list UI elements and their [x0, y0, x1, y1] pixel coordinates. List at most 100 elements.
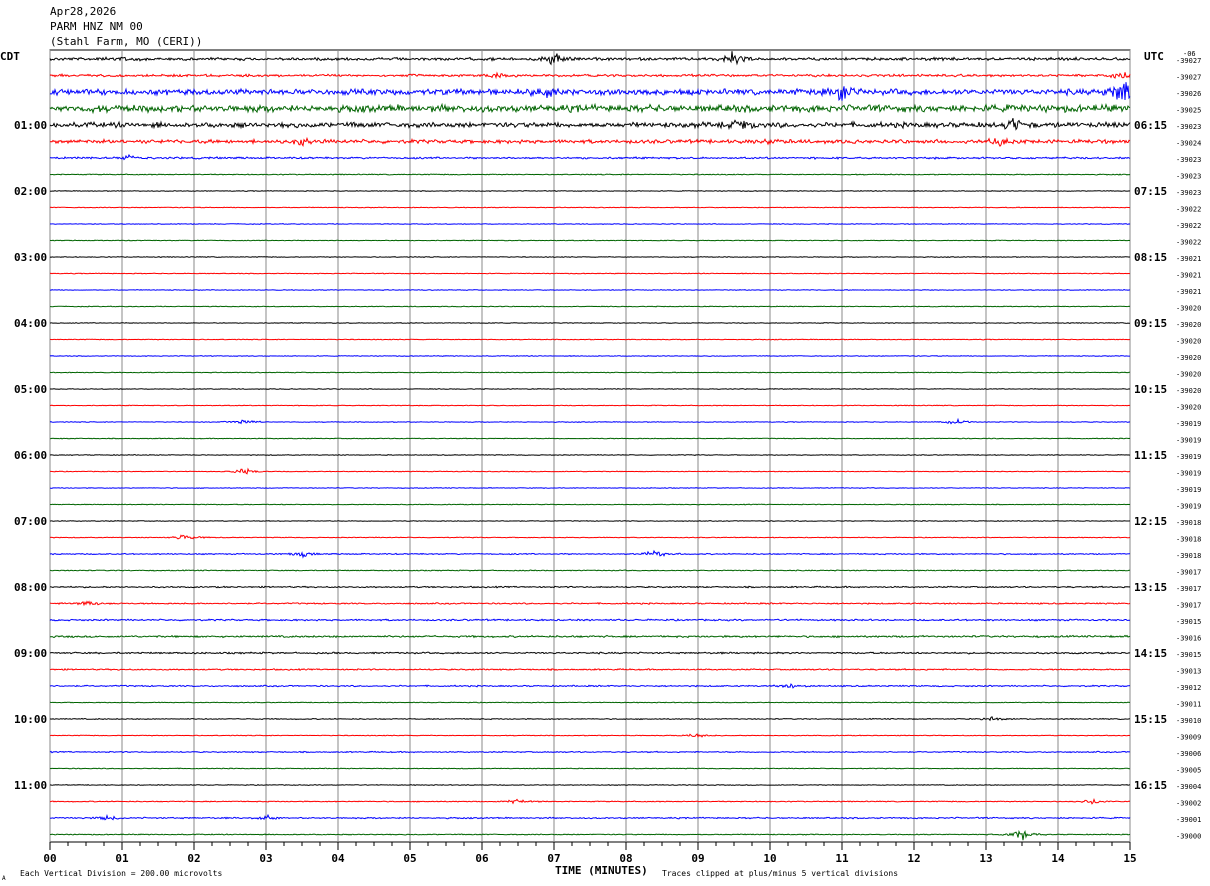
seismic-trace	[49, 417, 1131, 425]
x-tick-label: 02	[187, 852, 200, 865]
time-grid	[49, 49, 1131, 850]
trace-offset-label: -39023	[1176, 123, 1201, 131]
seismic-trace	[50, 467, 1131, 475]
trace-offset-label: -39011	[1176, 701, 1201, 709]
trace-offset-label: -39022	[1176, 222, 1201, 230]
trace-offset-label: -39002	[1176, 800, 1201, 808]
seismic-trace	[49, 82, 1131, 101]
clip-note: Traces clipped at plus/minus 5 vertical …	[662, 869, 898, 878]
right-timezone-label: UTC	[1144, 50, 1164, 63]
trace-offset-label: -39019	[1176, 453, 1201, 461]
seismic-trace	[49, 813, 1131, 821]
seismic-trace	[49, 618, 1131, 622]
right-hour-label: 16:15	[1134, 779, 1167, 792]
trace-offset-label: -39004	[1176, 783, 1201, 791]
seismic-trace	[49, 549, 1131, 559]
seismic-trace	[49, 437, 1131, 440]
trace-offset-label: -39015	[1176, 618, 1201, 626]
x-tick-label: 03	[259, 852, 272, 865]
left-hour-label: 10:00	[14, 713, 47, 726]
x-axis-title: TIME (MINUTES)	[555, 864, 648, 877]
trace-offset-label: -39019	[1176, 470, 1201, 478]
right-hour-label: 09:15	[1134, 317, 1167, 330]
seismic-trace	[49, 272, 1131, 275]
x-tick-label: 01	[115, 852, 129, 865]
seismic-trace	[49, 683, 1131, 689]
corner-mark: A	[2, 875, 6, 882]
seismogram-plot: CDT UTC -06 TIME (MINUTES) Each Vertical…	[0, 49, 1201, 882]
seismic-trace	[49, 487, 1131, 489]
seismic-trace	[49, 767, 1131, 770]
seismic-trace	[49, 668, 1130, 672]
seismic-trace	[49, 404, 1131, 407]
trace-offset-label: -39023	[1176, 189, 1201, 197]
seismic-trace	[49, 733, 1131, 738]
left-hour-label: 09:00	[14, 647, 47, 660]
seismic-trace	[49, 797, 1131, 805]
x-tick-label: 04	[331, 852, 345, 865]
trace-offset-label: -39026	[1176, 90, 1201, 98]
left-timezone-label: CDT	[0, 50, 20, 63]
trace-offset-label: -39020	[1176, 404, 1201, 412]
trace-offset-label: -39018	[1176, 552, 1201, 560]
x-tick-label: 08	[619, 852, 632, 865]
x-tick-label: 10	[763, 852, 776, 865]
trace-offset-label: -39020	[1176, 321, 1201, 329]
x-tick-label: 07	[547, 852, 560, 865]
trace-offset-label: -39023	[1176, 173, 1201, 181]
trace-offset-label: -39023	[1176, 156, 1201, 164]
seismic-trace	[49, 371, 1131, 374]
trace-offset-label: -39005	[1176, 767, 1201, 775]
seismic-trace	[49, 289, 1131, 291]
trace-offset-label: -39018	[1176, 519, 1201, 527]
left-hour-label: 01:00	[14, 119, 47, 132]
seismic-trace	[49, 71, 1131, 80]
seismic-trace	[49, 102, 1131, 115]
trace-offset-label: -39016	[1176, 635, 1201, 643]
left-hour-label: 08:00	[14, 581, 47, 594]
trace-offset-label: -39012	[1176, 684, 1201, 692]
scale-note: Each Vertical Division = 200.00 microvol…	[20, 869, 222, 878]
seismic-trace	[49, 118, 1131, 131]
trace-offset-label: -39027	[1176, 74, 1201, 82]
trace-offset-label: -39025	[1176, 107, 1201, 115]
seismic-trace	[49, 716, 1131, 722]
left-hour-label: 04:00	[14, 317, 47, 330]
trace-offset-label: -39009	[1176, 734, 1201, 742]
seismic-trace	[49, 190, 1131, 193]
seismic-trace	[49, 388, 1131, 390]
x-tick-label: 12	[907, 852, 920, 865]
right-hour-label: 13:15	[1134, 581, 1167, 594]
seismic-trace	[49, 701, 1130, 704]
seismic-trace	[49, 784, 1131, 786]
trace-offset-label: -39021	[1176, 255, 1201, 263]
left-hour-label: 11:00	[14, 779, 47, 792]
seismic-trace	[49, 585, 1131, 589]
left-hour-label: 05:00	[14, 383, 47, 396]
x-tick-label: 11	[835, 852, 849, 865]
trace-offset-label: -39019	[1176, 437, 1201, 445]
trace-offset-label: -39000	[1176, 833, 1201, 841]
seismic-trace	[50, 305, 1131, 308]
seismic-trace	[49, 600, 1131, 607]
seismic-trace	[49, 569, 1131, 572]
trace-offset-label: -39001	[1176, 816, 1201, 824]
plot-frame	[49, 49, 1131, 843]
trace-offset-label: -39021	[1176, 272, 1201, 280]
right-hour-label: 14:15	[1134, 647, 1167, 660]
trace-offset-label: -39020	[1176, 305, 1201, 313]
seismic-trace	[49, 322, 1130, 324]
right-hour-label: 06:15	[1134, 119, 1167, 132]
seismic-trace	[49, 239, 1131, 242]
seismic-trace	[49, 136, 1131, 147]
seismic-trace	[49, 503, 1131, 506]
seismic-trace	[49, 520, 1131, 522]
x-tick-label: 14	[1051, 852, 1065, 865]
seismic-trace	[49, 534, 1131, 540]
trace-offset-label: -39019	[1176, 503, 1201, 511]
trace-offset-label: -39020	[1176, 387, 1201, 395]
right-hour-label: 12:15	[1134, 515, 1167, 528]
trace-offset-label: -39017	[1176, 585, 1201, 593]
trace-offset-label: -39013	[1176, 668, 1201, 676]
trace-offset-label: -39015	[1176, 651, 1201, 659]
